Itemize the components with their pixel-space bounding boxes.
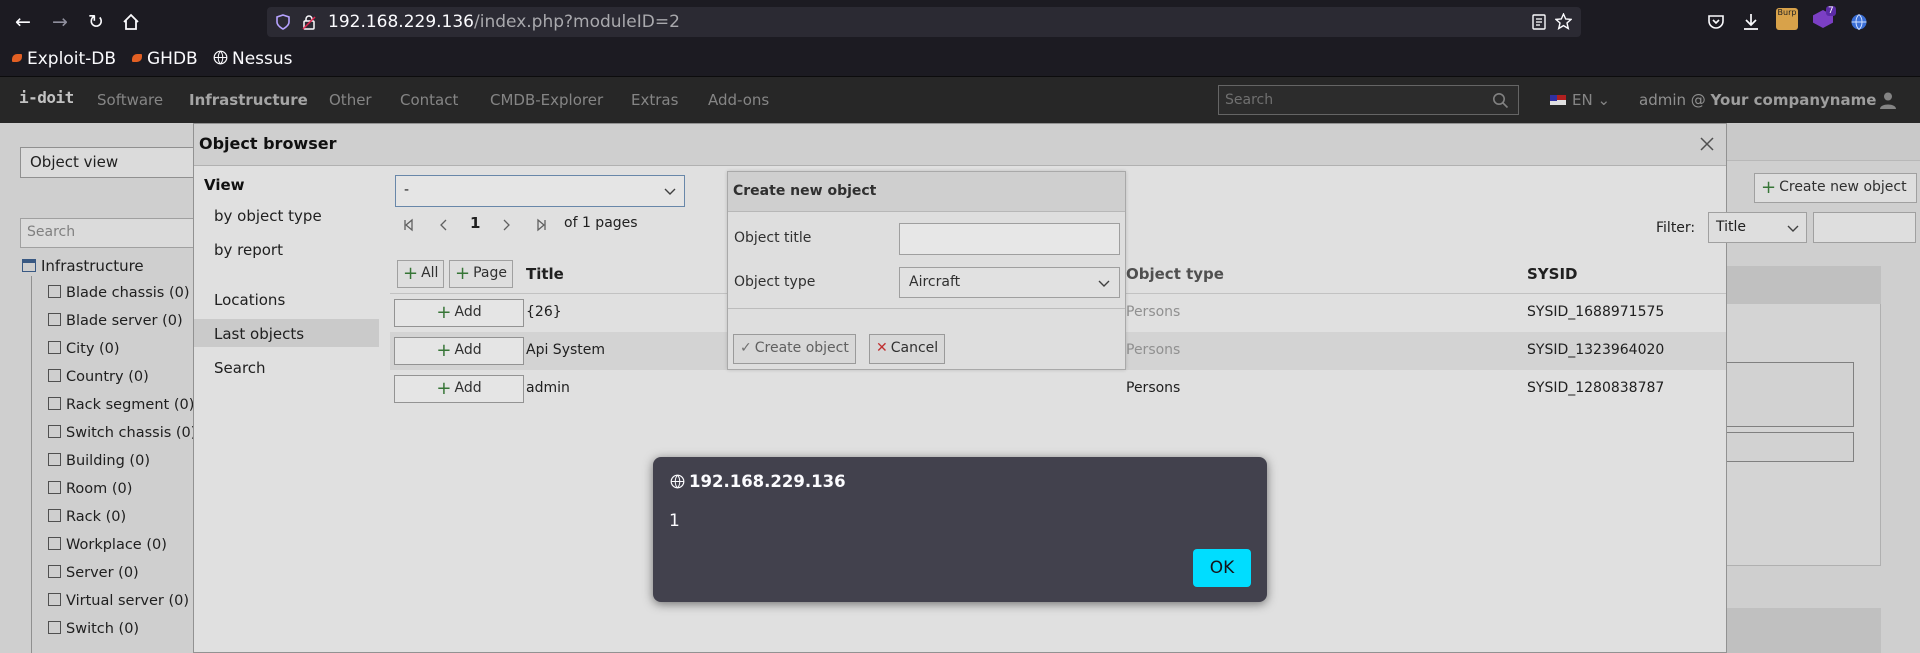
ok-button[interactable]: OK xyxy=(1193,549,1251,587)
globe-icon xyxy=(213,50,228,65)
reader-view-icon[interactable] xyxy=(1531,14,1547,30)
pocket-icon[interactable] xyxy=(1706,12,1726,32)
bookmark-star-icon[interactable] xyxy=(1555,13,1572,30)
downloads-icon[interactable] xyxy=(1741,12,1761,32)
bookmark-nessus[interactable]: Nessus xyxy=(213,49,293,69)
globe-icon xyxy=(670,474,685,489)
extension-globe-icon[interactable] xyxy=(1849,12,1869,32)
lock-icon[interactable] xyxy=(302,14,316,30)
bookmark-ghdb[interactable]: GHDB xyxy=(132,49,198,69)
ghdb-favicon xyxy=(132,54,142,62)
alert-origin: 192.168.229.136 xyxy=(670,472,846,491)
reload-icon[interactable]: ↻ xyxy=(85,11,107,33)
alert-dialog: 192.168.229.136 1 OK xyxy=(653,457,1267,602)
exploit-db-favicon xyxy=(12,54,22,62)
burp-extension-icon[interactable]: Burp xyxy=(1776,8,1798,30)
forward-icon[interactable]: → xyxy=(49,11,71,33)
url-text[interactable]: 192.168.229.136/index.php?moduleID=2 xyxy=(328,12,680,32)
bookmarks-toolbar: Exploit-DB GHDB Nessus xyxy=(0,44,1920,77)
browser-toolbar: ← → ↻ 192.168.229.136/index.php?moduleID… xyxy=(0,0,1920,44)
bookmark-exploit-db[interactable]: Exploit-DB xyxy=(12,49,116,69)
tracking-shield-icon[interactable] xyxy=(276,14,290,30)
extension-badge-count: 7 xyxy=(1826,6,1836,16)
back-icon[interactable]: ← xyxy=(12,11,34,33)
url-bar[interactable]: 192.168.229.136/index.php?moduleID=2 xyxy=(267,7,1581,37)
alert-message: 1 xyxy=(669,511,680,531)
home-icon[interactable] xyxy=(120,11,142,33)
